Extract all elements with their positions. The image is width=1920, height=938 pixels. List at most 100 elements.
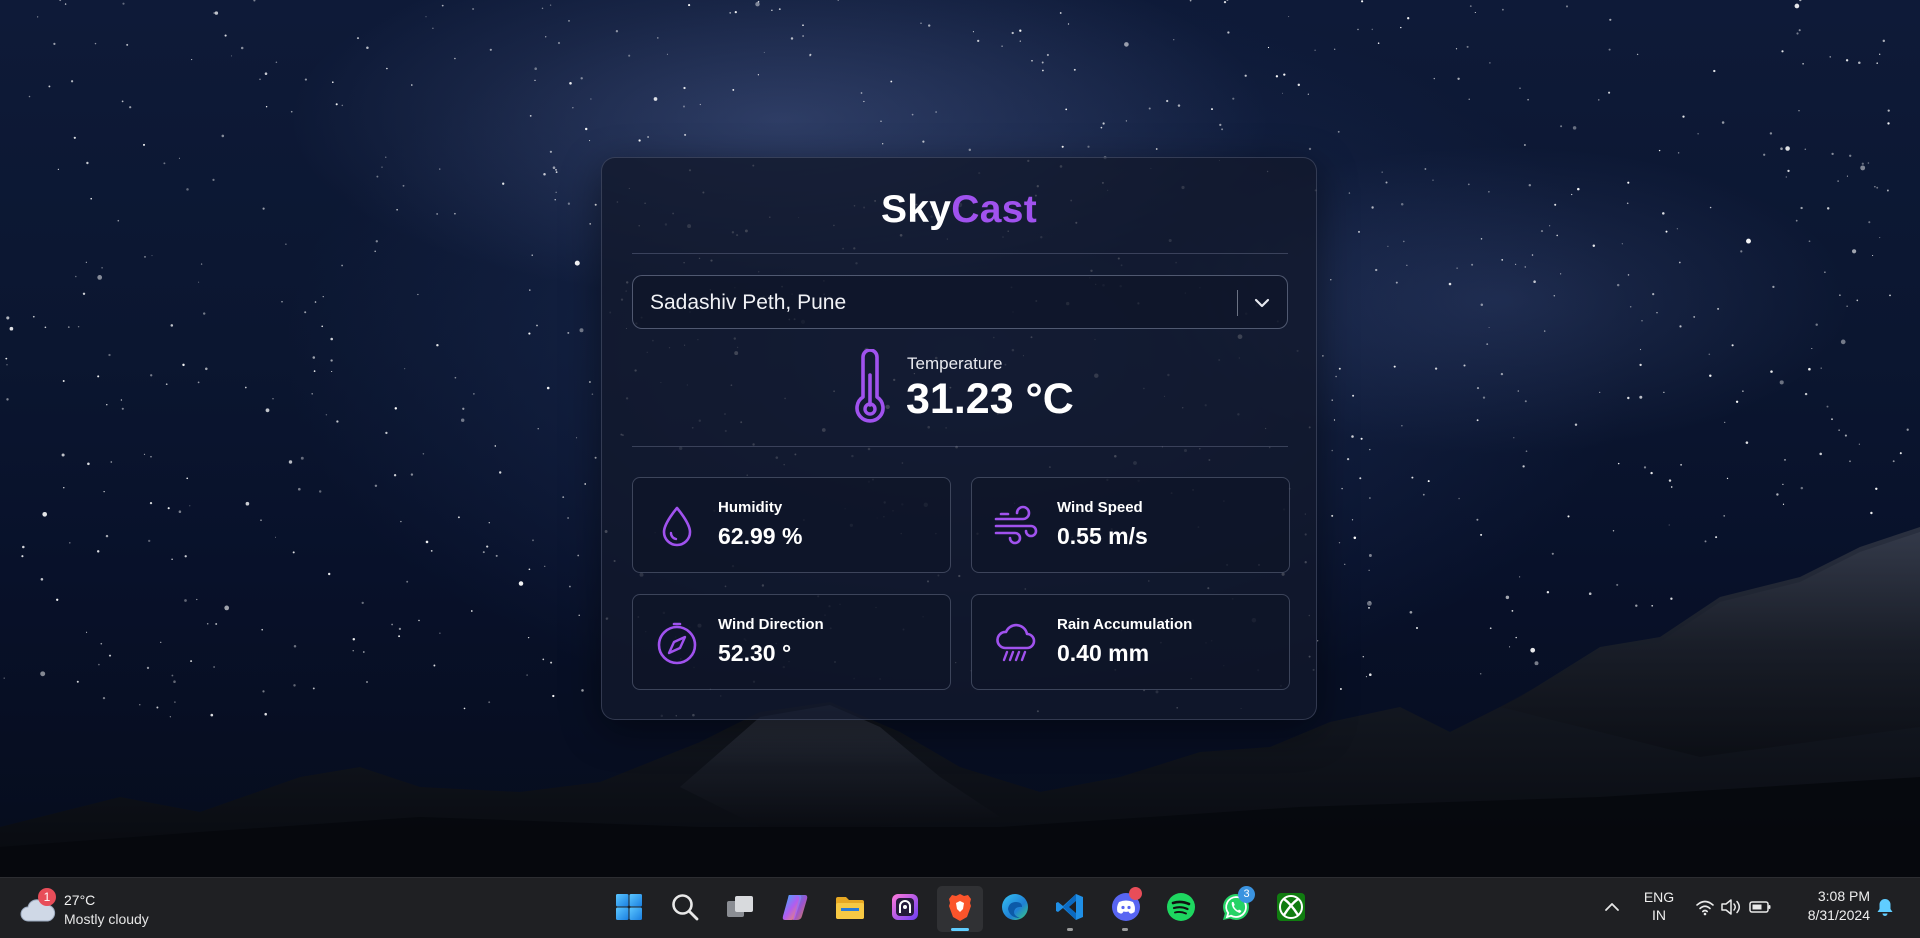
- star: [129, 106, 132, 109]
- start-icon[interactable]: [613, 891, 645, 923]
- proton-pass-icon[interactable]: [889, 891, 921, 923]
- file-explorer-icon[interactable]: [834, 891, 866, 923]
- star: [1338, 367, 1341, 370]
- star: [591, 393, 594, 395]
- metric-value: 62.99 %: [718, 523, 803, 549]
- star: [75, 275, 77, 278]
- task-view-icon[interactable]: [724, 891, 756, 923]
- brand-sky: Sky: [880, 188, 952, 231]
- star: [200, 263, 203, 265]
- star: [422, 453, 425, 455]
- notification-bell-icon[interactable]: [1874, 896, 1896, 918]
- spotify-icon[interactable]: [1165, 891, 1197, 923]
- star: [1502, 8, 1504, 11]
- star: [1826, 405, 1829, 408]
- star: [6, 398, 9, 401]
- star: [86, 161, 89, 165]
- star: [1572, 126, 1577, 130]
- star: [1177, 104, 1181, 107]
- star: [402, 184, 405, 187]
- star: [589, 140, 591, 142]
- vscode-icon[interactable]: [1054, 891, 1086, 923]
- battery-icon: [1749, 901, 1771, 913]
- star: [1831, 152, 1834, 156]
- star: [1845, 59, 1849, 62]
- star: [143, 453, 146, 456]
- star: [436, 213, 438, 215]
- star: [502, 182, 505, 185]
- star: [417, 293, 419, 296]
- weather-widget[interactable]: 1 27°C Mostly cloudy: [20, 887, 170, 929]
- star: [260, 519, 262, 522]
- star: [336, 420, 339, 423]
- copilot-icon[interactable]: [779, 891, 811, 923]
- star: [63, 487, 65, 489]
- language-indicator[interactable]: ENG IN: [1641, 888, 1677, 924]
- star: [1385, 181, 1388, 184]
- star: [1322, 355, 1324, 357]
- xbox-icon[interactable]: [1275, 891, 1307, 923]
- chevron-down-icon[interactable]: [1250, 291, 1274, 315]
- star: [529, 289, 531, 291]
- star: [1501, 259, 1504, 261]
- rain-cloud-icon: [996, 623, 1036, 662]
- star: [1554, 203, 1557, 206]
- clock[interactable]: 3:08 PM 8/31/2024: [1790, 887, 1870, 925]
- rain-accumulation-card: Rain Accumulation 0.40 mm: [971, 594, 1290, 690]
- metric-value: 0.55 m/s: [1057, 523, 1148, 549]
- star: [1283, 73, 1286, 76]
- star: [404, 368, 406, 370]
- star: [546, 386, 550, 390]
- star: [541, 7, 544, 10]
- edge-icon[interactable]: [999, 891, 1031, 923]
- star: [1837, 180, 1839, 182]
- star: [1858, 61, 1861, 64]
- star: [1879, 53, 1881, 55]
- star: [1031, 60, 1033, 62]
- star: [1357, 28, 1359, 31]
- open-indicator: [1122, 928, 1128, 931]
- thermometer-icon: [855, 349, 885, 423]
- star: [1489, 62, 1491, 64]
- star: [110, 461, 113, 463]
- system-status-icons[interactable]: [1694, 896, 1778, 918]
- location-select[interactable]: Sadashiv Peth, Pune: [632, 275, 1288, 329]
- region-code: IN: [1652, 907, 1666, 923]
- star: [1387, 245, 1389, 248]
- star: [572, 107, 574, 109]
- star: [1770, 370, 1773, 373]
- volume-icon: [1721, 899, 1740, 915]
- star: [341, 264, 343, 267]
- star: [1780, 147, 1783, 150]
- star: [230, 55, 233, 57]
- star: [890, 80, 893, 83]
- star: [1424, 168, 1427, 170]
- star: [48, 85, 51, 88]
- search-icon[interactable]: [669, 891, 701, 923]
- star: [1906, 428, 1909, 431]
- star: [1831, 418, 1833, 421]
- star: [62, 380, 65, 382]
- star: [729, 11, 732, 14]
- star: [253, 0, 256, 2]
- star: [1166, 99, 1169, 103]
- star: [108, 353, 111, 357]
- star: [1650, 471, 1653, 475]
- chevron-up-icon[interactable]: [1601, 896, 1623, 918]
- star: [1400, 202, 1404, 206]
- metric-label: Humidity: [718, 499, 783, 516]
- active-indicator: [951, 928, 969, 931]
- star: [42, 511, 48, 517]
- star: [1401, 425, 1403, 427]
- star: [150, 455, 152, 458]
- star: [1515, 263, 1517, 265]
- star: [322, 296, 324, 298]
- star: [432, 27, 434, 30]
- star: [594, 203, 597, 206]
- divider: [632, 253, 1288, 254]
- star: [366, 46, 369, 50]
- star: [657, 37, 659, 39]
- star: [1571, 193, 1573, 196]
- brave-icon[interactable]: [944, 891, 976, 923]
- star: [224, 34, 227, 37]
